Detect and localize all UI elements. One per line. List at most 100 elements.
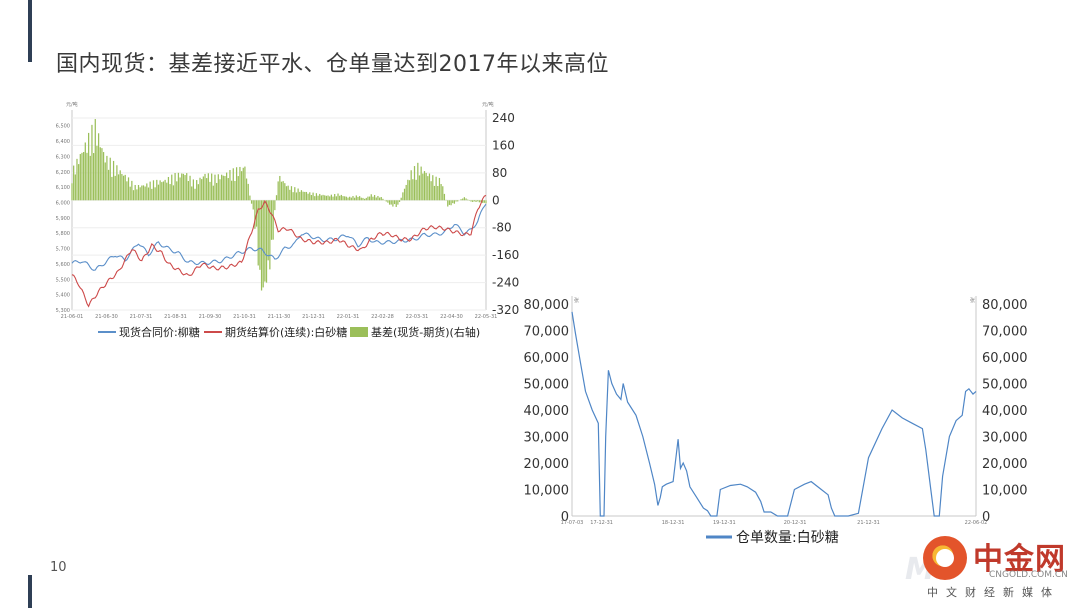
basis-bar [473, 200, 475, 202]
accent-bar-bottom [28, 575, 32, 608]
right-tick-label: -240 [492, 276, 519, 290]
basis-bar [216, 182, 218, 201]
basis-bar [373, 195, 376, 201]
basis-bar [279, 175, 281, 201]
basis-bar [339, 195, 341, 201]
basis-bar [101, 148, 103, 201]
basis-bar [467, 199, 469, 201]
basis-bar [382, 198, 384, 201]
right-tick-label: 0 [492, 193, 500, 207]
x-tick-label: 17-12-31 [590, 520, 613, 526]
basis-bar [149, 181, 151, 201]
basis-bar [157, 184, 160, 201]
basis-bar [88, 132, 90, 201]
basis-bar [96, 145, 98, 201]
basis-bar [322, 194, 324, 201]
basis-bar [91, 124, 93, 201]
basis-bar [402, 192, 404, 201]
basis-bar [284, 183, 286, 201]
basis-bar [224, 176, 226, 201]
basis-bar [262, 200, 264, 288]
basis-bar [237, 176, 239, 201]
basis-bar [314, 196, 316, 201]
left-tick-label: 40,000 [524, 404, 570, 419]
basis-bar [385, 200, 387, 202]
basis-bar [334, 194, 336, 201]
legend-swatch-basis [350, 327, 368, 337]
basis-bar [154, 187, 156, 201]
basis-bar [380, 197, 382, 201]
page-number: 10 [50, 560, 67, 575]
futures-price-line [71, 194, 487, 308]
basis-bar [227, 178, 229, 201]
basis-bar [408, 180, 411, 201]
basis-bar [304, 191, 306, 201]
basis-bar [425, 172, 427, 201]
left-tick-label: 6,500 [56, 124, 70, 130]
x-tick-label: 21-12-31 [302, 314, 325, 320]
basis-bar [172, 185, 175, 201]
left-tick-label: 6,200 [56, 170, 70, 176]
basis-bar [187, 181, 190, 201]
spot-price-line [71, 203, 487, 271]
basis-bar [109, 157, 111, 201]
basis-bar [282, 181, 284, 201]
basis-bar [151, 188, 153, 201]
basis-bar [405, 184, 407, 201]
basis-bar [410, 170, 412, 201]
basis-bar [365, 197, 367, 201]
basis-bar [169, 184, 171, 201]
basis-bar [86, 152, 88, 201]
basis-bar [89, 155, 91, 201]
basis-bar [297, 188, 299, 201]
left-tick-label: 6,100 [56, 185, 70, 191]
basis-bar [437, 185, 439, 201]
basis-bar [450, 200, 452, 206]
basis-bar [144, 186, 146, 201]
basis-bar [310, 195, 313, 201]
basis-bar [275, 195, 278, 201]
right-tick-label: 50,000 [982, 378, 1028, 393]
left-axis-unit: 元/吨 [66, 101, 78, 108]
basis-bar [423, 171, 426, 201]
basis-bar [137, 185, 140, 201]
basis-bar [448, 200, 451, 205]
basis-bar [244, 166, 246, 201]
basis-bar [364, 198, 366, 201]
legend-label-futures: 期货结算价(连续):白砂糖 [225, 325, 347, 339]
basis-bar [182, 173, 185, 201]
basis-bar [368, 196, 371, 201]
basis-bar [176, 181, 178, 201]
basis-bar [179, 177, 181, 201]
basis-bar [142, 185, 145, 201]
basis-bar [152, 180, 155, 201]
x-tick-label: 22-05-31 [475, 314, 498, 320]
basis-bar [327, 195, 329, 201]
basis-bar [357, 196, 359, 201]
basis-bar [191, 186, 193, 201]
basis-bar [124, 174, 126, 201]
basis-bar [325, 195, 328, 201]
basis-bar [146, 183, 148, 201]
basis-bar [354, 197, 356, 201]
x-tick-label: 22-01-31 [337, 314, 360, 320]
basis-bar [463, 197, 466, 201]
basis-bar [329, 196, 331, 201]
basis-bar [166, 182, 168, 201]
basis-bar [435, 176, 437, 201]
basis-bar [340, 194, 342, 201]
basis-bar [189, 175, 191, 201]
x-tick-label: 21-08-31 [164, 314, 187, 320]
x-tick-label: 21-06-30 [95, 314, 118, 320]
right-tick-label: 20,000 [982, 457, 1028, 472]
x-tick-label: 19-12-31 [713, 520, 736, 526]
basis-bar [362, 197, 364, 201]
basis-bar [184, 175, 186, 201]
basis-price-chart: 元/吨 元/吨 6,500 6,400 6,300 6,200 6,100 6,000 5,90… [56, 101, 520, 339]
basis-bar [307, 193, 309, 201]
basis-bar [377, 195, 379, 201]
basis-bar [104, 162, 106, 201]
basis-bar [367, 196, 369, 201]
right-tick-label: 160 [492, 138, 515, 152]
basis-bar [122, 175, 125, 201]
